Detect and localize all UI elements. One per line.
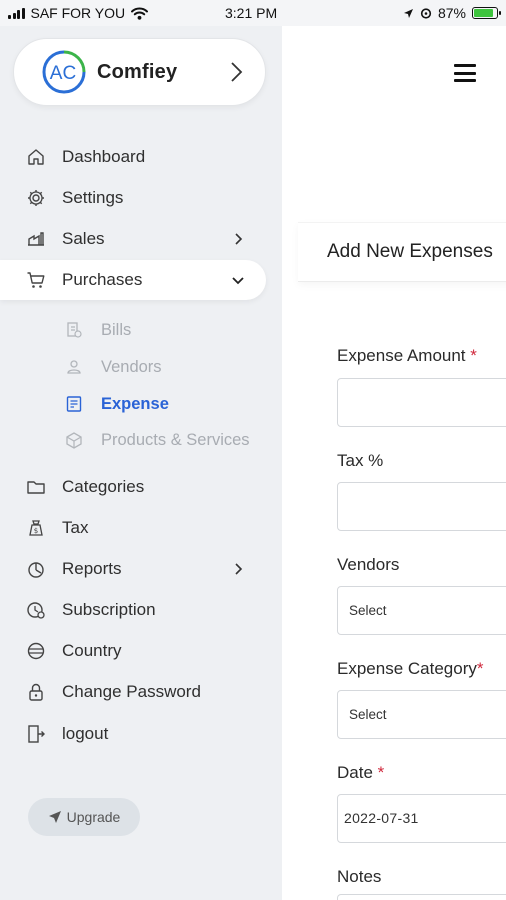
sidebar-item-label: Subscription: [62, 600, 156, 619]
brand-card[interactable]: AC Comfiey: [13, 38, 266, 106]
gear-icon: [25, 187, 47, 209]
expense-category-label-text: Expense Category: [337, 659, 477, 678]
sidebar-item-country[interactable]: Country: [0, 633, 282, 669]
lock-icon: [25, 681, 47, 703]
alarm-icon: [420, 8, 432, 19]
expense-category-select[interactable]: Select: [337, 690, 506, 739]
sidebar-item-label: Categories: [62, 477, 145, 496]
tax-icon: $: [25, 517, 47, 539]
notes-label: Notes: [337, 867, 382, 886]
status-bar-right: 87%: [403, 5, 501, 21]
signal-icon: [8, 7, 25, 19]
wifi-icon: [131, 7, 149, 20]
sidebar-item-label: Change Password: [62, 682, 201, 701]
sidebar-item-label: logout: [62, 724, 109, 743]
globe-icon: [25, 640, 47, 662]
svg-text:$: $: [34, 527, 38, 535]
status-time: 3:21 PM: [225, 5, 278, 21]
sidebar-item-categories[interactable]: Categories: [0, 469, 282, 505]
sidebar-item-tax[interactable]: $ Tax: [0, 510, 282, 546]
sales-icon: [25, 228, 47, 250]
sidebar: AC Comfiey Dashboard Settings Sales Purc…: [0, 26, 282, 900]
sidebar-item-settings[interactable]: Settings: [0, 180, 282, 216]
sidebar-item-reports[interactable]: Reports: [0, 551, 282, 587]
chevron-right-icon: [235, 233, 243, 245]
vendors-label: Vendors: [337, 555, 400, 574]
sidebar-subitem-expense[interactable]: Expense: [0, 389, 282, 419]
expense-amount-input[interactable]: [337, 378, 506, 427]
battery-percent: 87%: [437, 5, 466, 21]
card-title: Add New Expenses: [327, 241, 493, 262]
sidebar-subitem-label: Products & Services: [101, 430, 250, 449]
sidebar-subitem-label: Bills: [101, 320, 132, 339]
subscription-icon: [25, 599, 47, 621]
upgrade-label: Upgrade: [66, 809, 121, 825]
chevron-down-icon: [232, 277, 244, 285]
required-mark: *: [470, 346, 477, 365]
location-icon: [403, 8, 413, 18]
date-input[interactable]: 2022-07-31: [337, 794, 506, 843]
battery-level-fill: [474, 9, 494, 17]
status-bar-left: SAF FOR YOU: [8, 5, 149, 21]
sidebar-item-label: Tax: [62, 518, 89, 537]
bills-icon: [64, 320, 84, 340]
required-mark: *: [476, 659, 484, 678]
card-header: Add New Expenses: [298, 222, 506, 282]
expense-category-label: Expense Category*: [337, 659, 484, 679]
tax-label: Tax %: [337, 451, 384, 470]
sidebar-subitem-label: Expense: [101, 394, 169, 413]
sidebar-subitem-products-services[interactable]: Products & Services: [0, 425, 282, 455]
vendors-select[interactable]: Select: [337, 586, 506, 635]
sidebar-item-label: Country: [62, 641, 122, 660]
products-icon: [64, 430, 84, 450]
chevron-right-icon[interactable]: [229, 61, 243, 83]
sidebar-subitem-label: Vendors: [101, 357, 162, 376]
sidebar-item-label: Settings: [62, 188, 124, 207]
sidebar-item-logout[interactable]: logout: [0, 716, 282, 752]
hamburger-menu-icon[interactable]: [454, 64, 476, 84]
sidebar-subitem-vendors[interactable]: Vendors: [0, 352, 282, 382]
date-label-text: Date: [337, 763, 373, 782]
vendors-icon: [64, 357, 84, 377]
sidebar-item-change-password[interactable]: Change Password: [0, 674, 282, 710]
rocket-icon: [48, 811, 61, 823]
sidebar-item-dashboard[interactable]: Dashboard: [0, 139, 282, 175]
sidebar-item-label: Sales: [62, 229, 105, 248]
sidebar-item-label: Reports: [62, 559, 122, 578]
sidebar-item-sales[interactable]: Sales: [0, 221, 282, 257]
carrier-name: SAF FOR YOU: [30, 5, 126, 21]
chevron-right-icon: [235, 563, 243, 575]
reports-icon: [25, 558, 47, 580]
sidebar-item-subscription[interactable]: Subscription: [0, 592, 282, 628]
home-icon: [25, 146, 47, 168]
sidebar-subitem-bills[interactable]: Bills: [0, 315, 282, 345]
battery-icon: [472, 7, 501, 19]
cart-icon: [25, 269, 47, 291]
logout-icon: [25, 723, 47, 745]
sidebar-item-label: Dashboard: [62, 147, 146, 166]
brand-logo-icon: AC: [42, 50, 86, 94]
notes-textarea[interactable]: [337, 894, 506, 900]
expense-icon: [64, 394, 84, 414]
sidebar-item-label: Purchases: [62, 270, 143, 289]
main-content: Add New Expenses Expense Amount * Tax % …: [282, 26, 506, 900]
upgrade-button[interactable]: Upgrade: [28, 798, 140, 836]
tax-input[interactable]: [337, 482, 506, 531]
expense-amount-label: Expense Amount *: [337, 346, 477, 366]
sidebar-item-purchases[interactable]: Purchases: [0, 260, 266, 300]
expense-amount-label-text: Expense Amount: [337, 346, 466, 365]
required-mark: *: [377, 763, 385, 782]
status-bar: SAF FOR YOU 3:21 PM 87%: [0, 0, 506, 26]
folder-icon: [25, 476, 47, 498]
brand-name: Comfiey: [97, 60, 178, 83]
date-label: Date *: [337, 763, 384, 783]
brand-logo-text: AC: [50, 63, 76, 84]
